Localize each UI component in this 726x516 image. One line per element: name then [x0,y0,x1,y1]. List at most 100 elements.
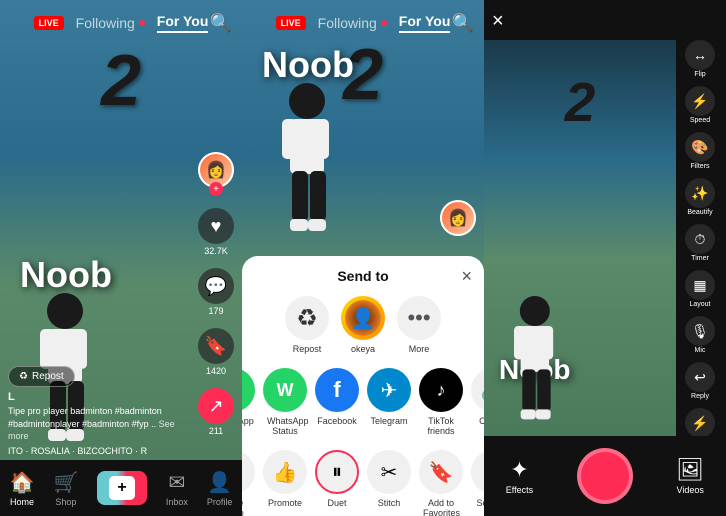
profile-icon: 👤 [207,470,232,495]
bookmark-count: 1420 [206,366,226,376]
comment-button[interactable]: 💬 [198,268,234,304]
nav-inbox[interactable]: ✉ Inbox [166,470,188,507]
send-save-video[interactable]: ⬇ Save video [242,450,255,516]
live-badge-2[interactable]: LIVE [276,16,306,30]
bookmark-button[interactable]: 🔖 [198,328,234,364]
follow-plus-icon[interactable]: + [209,182,223,196]
send-whatsapp[interactable]: W WhatsApp [242,368,255,436]
send-copy[interactable]: 🔗 Copy... [471,368,484,436]
comment-count: 179 [208,306,223,316]
filters-label: Filters [690,163,709,170]
videos-button[interactable]: 🖼 Videos [676,457,704,495]
okeya-avatar: 👤 [345,300,381,336]
set-as-label: Set as... [476,498,484,508]
video-info: ♻ Repost L Tipe pro player badminton #ba… [8,366,187,456]
send-repost[interactable]: ♻ Repost [285,296,329,354]
panel-1: 2 Noob LIVE Following For You 🔍 👩 + ♥ 32… [0,0,242,516]
send-set-as[interactable]: ▶ Set as... [471,450,484,516]
nav-shop[interactable]: 🛒 Shop [53,470,78,507]
more-label: More [409,344,430,354]
speed-label: Speed [690,117,710,124]
like-button[interactable]: ♥ [198,208,234,244]
flip-label: Flip [694,71,705,78]
repost-button[interactable]: ♻ Repost [8,366,75,387]
facebook-icon: f [315,368,359,412]
videos-label: Videos [677,485,704,495]
mic-icon: 🎙 [685,316,715,346]
duet-label: Duet [327,498,346,508]
okeya-icon: 👤 [341,296,385,340]
timer-icon: ⏱ [685,224,715,254]
record-button[interactable] [577,448,633,504]
telegram-label: Telegram [370,416,407,426]
send-add-favorites[interactable]: 🔖 Add to Favorites [419,450,463,516]
search-icon[interactable]: 🔍 [210,13,232,34]
foryou-tab[interactable]: For You [157,13,209,33]
tool-reply[interactable]: ↩ Reply [685,362,715,400]
tool-flip[interactable]: ↔ Flip [685,40,715,78]
following-dot-2 [381,20,387,26]
avatar-container: 👩 + [198,152,234,196]
repost-label: Repost [293,344,322,354]
nav-create[interactable]: + [97,471,146,505]
tool-beautify[interactable]: ✨ Beautify [685,178,715,216]
timer-label: Timer [691,255,709,262]
tool-layout[interactable]: ▦ Layout [685,270,715,308]
comment-action[interactable]: 💬 179 [198,268,234,316]
send-tiktok-friends[interactable]: ♪ TikTok friends [419,368,463,436]
player-silhouette-2 [252,71,372,251]
live-badge[interactable]: LIVE [34,16,64,30]
send-telegram[interactable]: ✈ Telegram [367,368,411,436]
tool-mic[interactable]: 🎙 Mic [685,316,715,354]
send-okeya[interactable]: 👤 okeya [341,296,385,354]
share-count: 211 [209,426,223,436]
beautify-label: Beautify [687,209,712,216]
tool-speed[interactable]: ⚡ Speed [685,86,715,124]
panel-2: 2 Noob LIVE Following For You 🔍 👩 Send t… [242,0,484,516]
send-stitch[interactable]: ✂ Stitch [367,450,411,516]
send-facebook[interactable]: f Facebook [315,368,359,436]
beautify-icon: ✨ [685,178,715,208]
camera-bottom-bar: ✦ Effects 🖼 Videos [484,436,726,516]
nav-home[interactable]: 🏠 Home [10,470,35,507]
search-icon-2[interactable]: 🔍 [452,13,474,34]
camera-player-silhouette [489,286,589,436]
tiktok-friends-label: TikTok friends [419,416,463,436]
whatsapp-status-label: WhatsApp Status [267,416,303,436]
send-to-close-button[interactable]: × [461,266,472,287]
layout-label: Layout [689,301,710,308]
tool-timer[interactable]: ⏱ Timer [685,224,715,262]
whatsapp-icon: W [242,368,255,412]
video-description: Tipe pro player badminton #badminton #ba… [8,405,187,443]
send-whatsapp-status[interactable]: W WhatsApp Status [263,368,307,436]
favorites-label: Add to Favorites [423,498,459,516]
tool-filters[interactable]: 🎨 Filters [685,132,715,170]
following-tab[interactable]: Following [76,15,145,31]
bottom-navigation: 🏠 Home 🛒 Shop + ✉ Inbox 👤 Profile [0,460,242,516]
send-to-row3: ⬇ Save video 👍 Promote ⏸ Duet ✂ Stitch 🔖… [254,450,472,516]
video-sound: ITO · ROSALIA · BIZCOCHITO · R [8,446,187,456]
user-avatar-2[interactable]: 👩 [440,200,476,236]
share-button[interactable]: ↗ [198,388,234,424]
nav-profile[interactable]: 👤 Profile [207,470,233,507]
send-promote[interactable]: 👍 Promote [263,450,307,516]
panel1-header: LIVE Following For You 🔍 [0,0,242,46]
panel-3: 2 Noob × ↔ Flip ⚡ Speed 🎨 Filters [484,0,726,516]
send-more[interactable]: ••• More [397,296,441,354]
flip-icon: ↔ [685,40,715,70]
like-action[interactable]: ♥ 32.7K [198,208,234,256]
camera-number: 2 [565,70,596,134]
video-username: L [8,391,187,403]
foryou-tab-2[interactable]: For You [399,13,451,33]
following-tab-2[interactable]: Following [318,15,387,31]
bookmark-action[interactable]: 🔖 1420 [198,328,234,376]
effects-button[interactable]: ✦ Effects [506,457,533,495]
camera-close-button[interactable]: × [492,10,504,33]
set-as-icon: ▶ [471,450,484,494]
share-action[interactable]: ↗ 211 [198,388,234,436]
mic-label: Mic [695,347,706,354]
reply-label: Reply [691,393,709,400]
panel2-avatar: 👩 [440,200,476,236]
right-action-bar: 👩 + ♥ 32.7K 💬 179 🔖 1420 ↗ 211 [198,152,234,436]
send-duet[interactable]: ⏸ Duet [315,450,359,516]
